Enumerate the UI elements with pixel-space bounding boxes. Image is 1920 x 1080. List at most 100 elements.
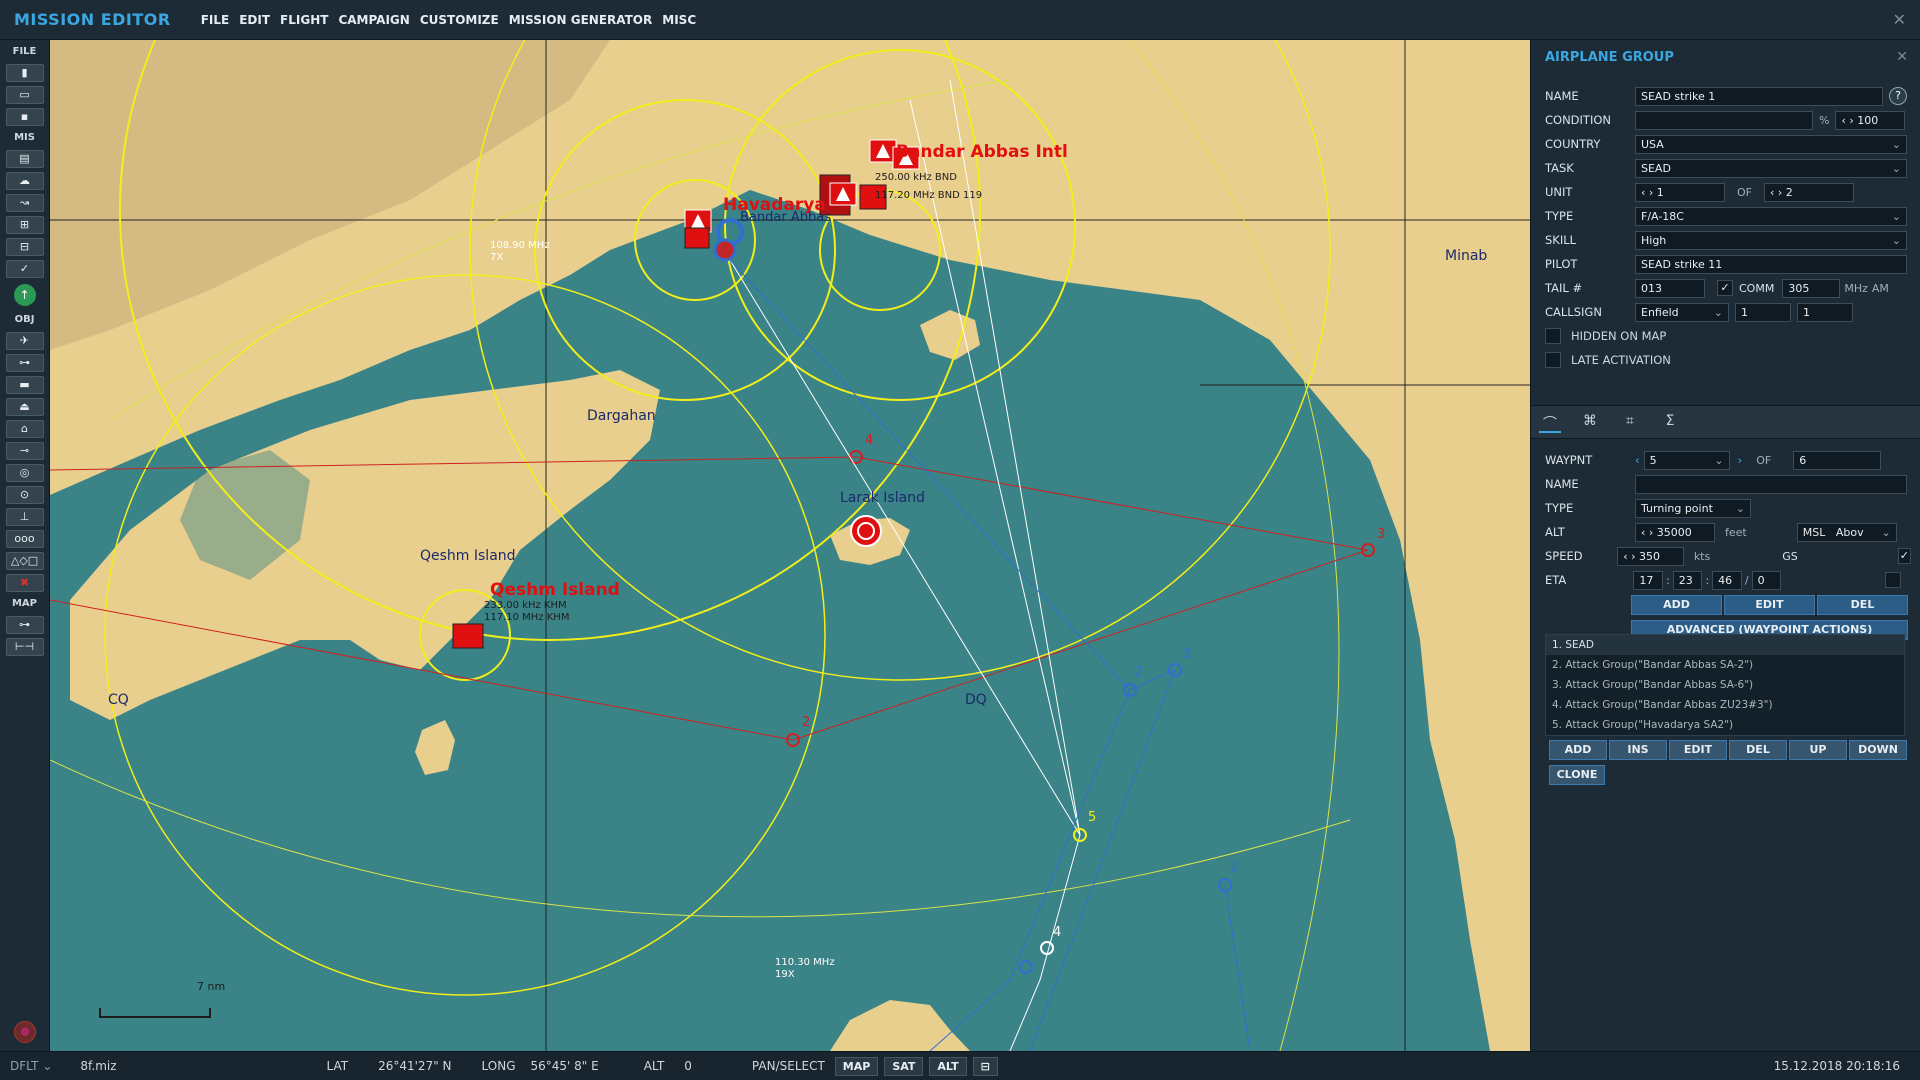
menu-misc[interactable]: MISC [662, 13, 696, 27]
action-edit-button[interactable]: EDIT [1669, 740, 1727, 760]
fly-mission-icon[interactable]: ↑ [13, 284, 36, 306]
menu-file[interactable]: FILE [201, 13, 230, 27]
altitude-stepper[interactable]: ‹ › 35000 [1635, 522, 1715, 542]
add-nav-point-icon[interactable]: ⊙ [5, 486, 44, 504]
save-icon[interactable]: ▪ [5, 108, 44, 126]
add-bullseye-icon[interactable]: ⊥ [5, 508, 44, 526]
tab-triggered-actions-icon[interactable]: ⌗ [1619, 413, 1641, 433]
wp-type-select[interactable]: Turning point [1635, 498, 1751, 518]
tab-summary-icon[interactable]: Σ [1659, 413, 1681, 433]
tab-payload-icon[interactable]: ⌘ [1579, 413, 1601, 433]
larak-target-marker[interactable] [850, 515, 882, 547]
add-trigger-zone-icon[interactable]: ◎ [5, 464, 44, 482]
condition-value-stepper[interactable]: ‹ › 100 [1835, 110, 1906, 130]
menu-edit[interactable]: EDIT [239, 13, 270, 27]
resources-icon[interactable]: ⊟ [5, 238, 44, 256]
list-item[interactable]: 3. Attack Group("Bandar Abbas SA-6") [1546, 675, 1904, 695]
add-helicopter-icon[interactable]: ⊶ [5, 354, 44, 372]
unit-stepper[interactable]: ‹ › 1 [1635, 182, 1725, 202]
help-icon[interactable]: ? [1889, 87, 1907, 105]
add-template-icon[interactable]: ⊸ [5, 442, 44, 460]
action-delete-button[interactable]: DEL [1729, 740, 1787, 760]
blue-waypoint-x[interactable] [1019, 960, 1033, 974]
eta-minutes-input[interactable]: 23 [1672, 570, 1703, 590]
late-activation-checkbox[interactable] [1545, 352, 1561, 368]
action-up-button[interactable]: UP [1789, 740, 1847, 760]
comm-frequency-input[interactable]: 305 [1782, 278, 1841, 298]
friendly-unit-marker[interactable] [713, 238, 737, 262]
speed-stepper[interactable]: ‹ › 350 [1617, 546, 1684, 566]
altitude-reference-select[interactable]: MSL Abov [1796, 522, 1897, 542]
list-item[interactable]: 1. SEAD [1546, 635, 1904, 655]
delete-icon[interactable]: ✖ [5, 574, 44, 592]
satellite-view-button[interactable]: SAT [884, 1056, 924, 1076]
new-mission-icon[interactable]: ▮ [5, 64, 44, 82]
task-select[interactable]: SEAD [1635, 158, 1907, 178]
list-item[interactable]: 2. Attack Group("Bandar Abbas SA-2") [1546, 655, 1904, 675]
aircraft-type-select[interactable]: F/A-18C [1635, 206, 1907, 226]
weather-icon[interactable]: ☁ [5, 172, 44, 190]
open-folder-icon[interactable]: ▭ [5, 86, 44, 104]
callsign-number-1-input[interactable]: 1 [1735, 302, 1791, 322]
waypoint-actions-list[interactable]: 1. SEAD 2. Attack Group("Bandar Abbas SA… [1545, 634, 1905, 736]
callsign-select[interactable]: Enfield [1635, 302, 1729, 322]
add-static-icon[interactable]: ⌂ [5, 420, 44, 438]
waypoint-select[interactable]: 5 [1643, 450, 1730, 470]
add-waypoint-button[interactable]: ADD [1631, 595, 1722, 615]
condition-input[interactable] [1635, 110, 1813, 130]
map-view[interactable]: Bandar Abbas Intl Havadarya Bandar Abbas… [50, 40, 1530, 1051]
menu-flight[interactable]: FLIGHT [280, 13, 328, 27]
add-group-icon[interactable]: ooo [5, 530, 44, 548]
action-insert-button[interactable]: INS [1609, 740, 1667, 760]
action-down-button[interactable]: DOWN [1849, 740, 1907, 760]
edit-waypoint-button[interactable]: EDIT [1724, 595, 1815, 615]
list-item[interactable]: 4. Attack Group("Bandar Abbas ZU23#3") [1546, 695, 1904, 715]
qeshm-airbase-marker[interactable] [452, 623, 484, 649]
pilot-input[interactable]: SEAD strike 11 [1635, 254, 1907, 274]
action-add-button[interactable]: ADD [1549, 740, 1607, 760]
tail-number-input[interactable]: 013 [1635, 278, 1705, 298]
action-clone-button[interactable]: CLONE [1549, 765, 1605, 785]
enemy-sam-marker-7[interactable] [684, 227, 710, 249]
ruler-icon[interactable]: ⊢⊣ [5, 638, 44, 656]
panel-close-icon[interactable]: ✕ [1896, 49, 1908, 65]
map-options-icon[interactable]: ⊟ [972, 1056, 998, 1076]
menu-customize[interactable]: CUSTOMIZE [420, 13, 499, 27]
waypoint-4[interactable] [1040, 941, 1054, 955]
map-canvas[interactable] [50, 40, 1530, 1051]
comm-checkbox[interactable]: ✓ [1717, 280, 1733, 296]
check-icon[interactable]: ✓ [5, 260, 44, 278]
group-name-input[interactable]: SEAD strike 1 [1635, 86, 1883, 106]
log-icon[interactable]: ⊚ [14, 1021, 36, 1043]
menu-campaign[interactable]: CAMPAIGN [338, 13, 409, 27]
map-view-button[interactable]: MAP [834, 1056, 879, 1076]
goals-icon[interactable]: ⊞ [5, 216, 44, 234]
waypoint-prev-icon[interactable]: ‹ [1635, 453, 1640, 467]
tab-route-icon[interactable]: ⌒ [1539, 413, 1561, 433]
add-shapes-icon[interactable]: △◇□ [5, 552, 44, 570]
gs-checkbox[interactable]: ✓ [1897, 548, 1911, 564]
altitude-view-button[interactable]: ALT [929, 1056, 967, 1076]
menu-mission-generator[interactable]: MISSION GENERATOR [509, 13, 653, 27]
unit-total-stepper[interactable]: ‹ › 2 [1764, 182, 1854, 202]
waypoint-next-icon[interactable]: › [1738, 453, 1743, 467]
map-options-icon[interactable]: ⊶ [5, 616, 44, 634]
skill-select[interactable]: High [1635, 230, 1907, 250]
window-close-icon[interactable]: ✕ [1893, 10, 1906, 29]
add-ship-icon[interactable]: ⏏ [5, 398, 44, 416]
briefing-icon[interactable]: ▤ [5, 150, 44, 168]
profile-select[interactable]: DFLT ⌄ [10, 1059, 52, 1073]
hidden-on-map-checkbox[interactable] [1545, 328, 1561, 344]
eta-days-input[interactable]: 0 [1751, 570, 1782, 590]
country-select[interactable]: USA [1635, 134, 1907, 154]
add-airplane-icon[interactable]: ✈ [5, 332, 44, 350]
add-ground-unit-icon[interactable]: ▬ [5, 376, 44, 394]
callsign-number-2-input[interactable]: 1 [1797, 302, 1853, 322]
triggers-icon[interactable]: ↝ [5, 194, 44, 212]
eta-lock-checkbox[interactable] [1885, 572, 1901, 588]
wp-name-input[interactable] [1635, 474, 1907, 494]
list-item[interactable]: 5. Attack Group("Havadarya SA2") [1546, 715, 1904, 735]
eta-seconds-input[interactable]: 46 [1712, 570, 1742, 590]
delete-waypoint-button[interactable]: DEL [1817, 595, 1908, 615]
eta-hours-input[interactable]: 17 [1633, 570, 1664, 590]
